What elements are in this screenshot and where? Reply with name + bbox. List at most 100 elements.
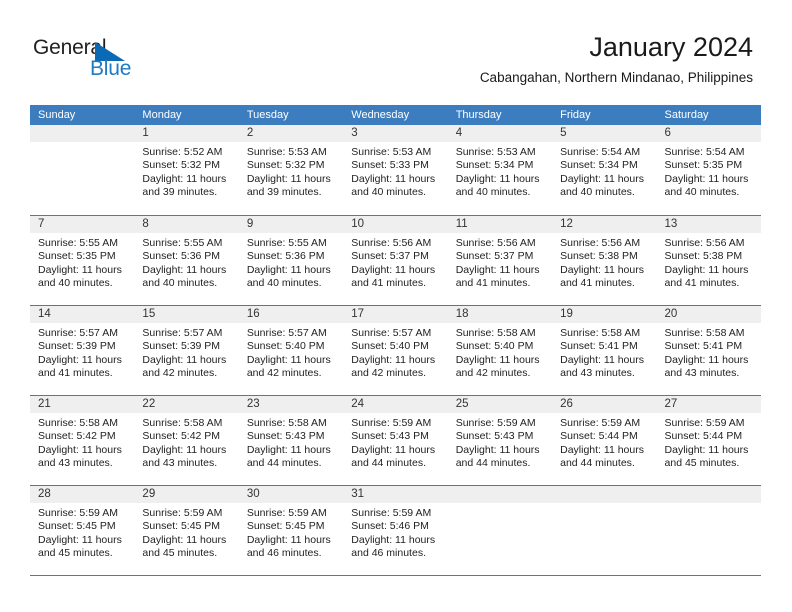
dow-header-tuesday: Tuesday: [246, 109, 289, 121]
calendar-day-cell[interactable]: 3 Sunrise: 5:53 AM Sunset: 5:33 PM Daylight…: [343, 125, 448, 215]
calendar-day-cell[interactable]: 10 Sunrise: 5:56 AM Sunset: 5:37 PM Dayligh…: [343, 216, 448, 305]
day-details: Sunrise: 5:53 AM Sunset: 5:33 PM Daylight:…: [343, 142, 447, 200]
daylight-text-line2: and 40 minutes.: [246, 277, 322, 290]
calendar-page: General Blue January 2024 Cabangahan, No…: [0, 0, 792, 612]
day-details: Sunrise: 5:58 AM Sunset: 5:40 PM Daylight:…: [448, 323, 552, 381]
day-number: [656, 486, 761, 503]
day-number: 17: [343, 306, 448, 323]
daylight-text-line2: and 41 minutes.: [664, 277, 740, 290]
day-details: Sunrise: 5:57 AM Sunset: 5:39 PM Daylight:…: [134, 323, 238, 381]
calendar-day-cell[interactable]: 1 Sunrise: 5:52 AM Sunset: 5:32 PM Daylight…: [134, 125, 239, 215]
day-details: Sunrise: 5:57 AM Sunset: 5:39 PM Daylight:…: [30, 323, 134, 381]
daylight-text-line1: Daylight: 11 hours: [664, 443, 749, 456]
calendar-day-cell[interactable]: 21 Sunrise: 5:58 AM Sunset: 5:42 PM Dayligh…: [30, 396, 135, 485]
sunrise-text: Sunrise: 5:58 AM: [38, 417, 118, 429]
calendar-day-cell[interactable]: 13 Sunrise: 5:56 AM Sunset: 5:38 PM Dayligh…: [656, 216, 761, 305]
calendar-day-cell[interactable]: 16 Sunrise: 5:57 AM Sunset: 5:40 PM Dayligh…: [238, 306, 344, 395]
dow-header-wednesday: Wednesday: [351, 109, 410, 121]
sunrise-text: Sunrise: 5:59 AM: [455, 417, 536, 429]
calendar-day-cell[interactable]: 11 Sunrise: 5:56 AM Sunset: 5:37 PM Dayligh…: [447, 216, 553, 305]
daylight-text-line2: and 41 minutes.: [38, 367, 113, 380]
calendar-day-cell-empty: [447, 486, 553, 575]
calendar-day-cell[interactable]: 8 Sunrise: 5:55 AM Sunset: 5:36 PM Daylight…: [134, 216, 239, 305]
calendar-day-cell[interactable]: 7 Sunrise: 5:55 AM Sunset: 5:35 PM Daylight…: [30, 216, 135, 305]
daylight-text-line1: Daylight: 11 hours: [351, 263, 436, 276]
daylight-text-line1: Daylight: 11 hours: [455, 443, 540, 456]
calendar-day-cell[interactable]: 26 Sunrise: 5:59 AM Sunset: 5:44 PM Dayligh…: [552, 396, 657, 485]
sunset-text: Sunset: 5:39 PM: [142, 340, 221, 353]
daylight-text-line2: and 46 minutes.: [246, 547, 322, 560]
calendar-week-row: 7 Sunrise: 5:55 AM Sunset: 5:35 PM Daylight…: [30, 215, 761, 305]
sunset-text: Sunset: 5:45 PM: [246, 520, 325, 533]
day-details: Sunrise: 5:55 AM Sunset: 5:35 PM Daylight:…: [30, 233, 134, 291]
calendar-day-cell[interactable]: 4 Sunrise: 5:53 AM Sunset: 5:34 PM Daylight…: [447, 125, 553, 215]
sunrise-text: Sunrise: 5:54 AM: [664, 146, 745, 158]
calendar-day-cell[interactable]: 19 Sunrise: 5:58 AM Sunset: 5:41 PM Dayligh…: [552, 306, 657, 395]
daylight-text-line1: Daylight: 11 hours: [38, 443, 122, 456]
calendar-day-cell[interactable]: 17 Sunrise: 5:57 AM Sunset: 5:40 PM Dayligh…: [343, 306, 448, 395]
calendar-day-cell-empty: [552, 486, 657, 575]
calendar-day-cell[interactable]: 18 Sunrise: 5:58 AM Sunset: 5:40 PM Dayligh…: [447, 306, 553, 395]
calendar-day-cell[interactable]: 23 Sunrise: 5:58 AM Sunset: 5:43 PM Dayligh…: [238, 396, 344, 485]
calendar-day-cell[interactable]: 28 Sunrise: 5:59 AM Sunset: 5:45 PM Dayligh…: [30, 486, 135, 575]
daylight-text-line2: and 44 minutes.: [351, 457, 426, 470]
day-details: Sunrise: 5:59 AM Sunset: 5:44 PM Daylight:…: [657, 413, 761, 471]
sunrise-text: Sunrise: 5:54 AM: [560, 146, 641, 158]
calendar-day-cell[interactable]: 25 Sunrise: 5:59 AM Sunset: 5:43 PM Dayligh…: [447, 396, 553, 485]
daylight-text-line1: Daylight: 11 hours: [664, 353, 749, 366]
calendar-day-cell[interactable]: 29 Sunrise: 5:59 AM Sunset: 5:45 PM Dayligh…: [134, 486, 239, 575]
sunset-text: Sunset: 5:41 PM: [560, 340, 638, 353]
day-number: 21: [30, 396, 135, 413]
calendar-day-cell[interactable]: 14 Sunrise: 5:57 AM Sunset: 5:39 PM Dayligh…: [30, 306, 135, 395]
day-details: Sunrise: 5:56 AM Sunset: 5:37 PM Daylight:…: [343, 233, 447, 291]
daylight-text-line2: and 44 minutes.: [560, 457, 635, 470]
calendar-day-cell[interactable]: 27 Sunrise: 5:59 AM Sunset: 5:44 PM Dayligh…: [656, 396, 761, 485]
day-number: 10: [343, 216, 448, 233]
sunrise-text: Sunrise: 5:59 AM: [142, 507, 223, 519]
day-number: 25: [447, 396, 553, 413]
calendar-day-cell[interactable]: 9 Sunrise: 5:55 AM Sunset: 5:36 PM Daylight…: [238, 216, 344, 305]
calendar-day-cell[interactable]: 6 Sunrise: 5:54 AM Sunset: 5:35 PM Daylight…: [656, 125, 761, 215]
sunrise-text: Sunrise: 5:55 AM: [38, 237, 118, 249]
sunset-text: Sunset: 5:33 PM: [351, 159, 429, 172]
calendar-day-cell[interactable]: 24 Sunrise: 5:59 AM Sunset: 5:43 PM Dayligh…: [343, 396, 448, 485]
dow-header-saturday: Saturday: [664, 109, 709, 121]
calendar-day-cell[interactable]: 2 Sunrise: 5:53 AM Sunset: 5:32 PM Daylight…: [238, 125, 344, 215]
sunset-text: Sunset: 5:32 PM: [246, 159, 325, 172]
calendar-day-cell[interactable]: 15 Sunrise: 5:57 AM Sunset: 5:39 PM Dayligh…: [134, 306, 239, 395]
day-details: Sunrise: 5:55 AM Sunset: 5:36 PM Daylight:…: [134, 233, 238, 291]
day-number: [552, 486, 657, 503]
calendar-day-cell[interactable]: 22 Sunrise: 5:58 AM Sunset: 5:42 PM Dayligh…: [134, 396, 239, 485]
calendar-day-cell[interactable]: 30 Sunrise: 5:59 AM Sunset: 5:45 PM Dayligh…: [238, 486, 344, 575]
sunset-text: Sunset: 5:38 PM: [560, 250, 638, 263]
day-details: Sunrise: 5:59 AM Sunset: 5:44 PM Daylight:…: [552, 413, 656, 471]
day-details: Sunrise: 5:57 AM Sunset: 5:40 PM Daylight:…: [343, 323, 447, 381]
daylight-text-line1: Daylight: 11 hours: [351, 172, 436, 185]
daylight-text-line2: and 40 minutes.: [455, 186, 531, 199]
daylight-text-line2: and 40 minutes.: [142, 277, 218, 290]
daylight-text-line1: Daylight: 11 hours: [246, 533, 331, 546]
daylight-text-line1: Daylight: 11 hours: [351, 443, 436, 456]
calendar-week-row: 21 Sunrise: 5:58 AM Sunset: 5:42 PM Dayligh…: [30, 395, 761, 485]
dow-header-sunday: Sunday: [38, 109, 76, 121]
calendar-day-cell[interactable]: 31 Sunrise: 5:59 AM Sunset: 5:46 PM Dayligh…: [343, 486, 448, 575]
daylight-text-line2: and 45 minutes.: [38, 547, 113, 560]
day-number: 12: [552, 216, 657, 233]
sunrise-text: Sunrise: 5:59 AM: [664, 417, 745, 429]
day-number: 5: [552, 125, 657, 142]
calendar-day-cell[interactable]: 12 Sunrise: 5:56 AM Sunset: 5:38 PM Dayligh…: [552, 216, 657, 305]
sunset-text: Sunset: 5:38 PM: [664, 250, 743, 263]
sunrise-text: Sunrise: 5:57 AM: [351, 327, 432, 339]
daylight-text-line2: and 44 minutes.: [246, 457, 322, 470]
calendar-day-cell[interactable]: 5 Sunrise: 5:54 AM Sunset: 5:34 PM Daylight…: [552, 125, 657, 215]
sunrise-text: Sunrise: 5:57 AM: [246, 327, 327, 339]
calendar-weeks: 1 Sunrise: 5:52 AM Sunset: 5:32 PM Daylight…: [30, 125, 761, 575]
calendar-day-cell[interactable]: 20 Sunrise: 5:58 AM Sunset: 5:41 PM Dayligh…: [656, 306, 761, 395]
day-number: 11: [447, 216, 553, 233]
sunrise-text: Sunrise: 5:58 AM: [560, 327, 641, 339]
daylight-text-line1: Daylight: 11 hours: [560, 353, 644, 366]
day-number: 9: [238, 216, 344, 233]
day-number: 28: [30, 486, 135, 503]
day-details: Sunrise: 5:58 AM Sunset: 5:41 PM Daylight:…: [657, 323, 761, 381]
dow-header-friday: Friday: [560, 109, 591, 121]
